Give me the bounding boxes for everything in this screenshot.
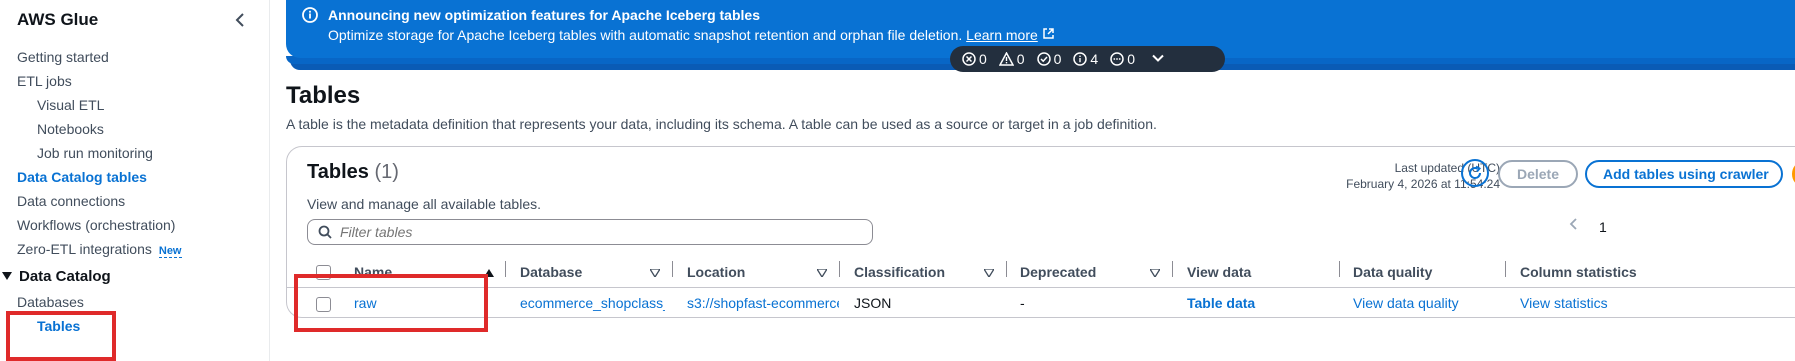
section-data-catalog[interactable]: Data Catalog [0, 268, 111, 285]
chevron-down-icon[interactable] [1151, 51, 1165, 68]
sort-icon [982, 264, 996, 280]
banner-title: Announcing new optimization features for… [328, 7, 760, 23]
container-title: Tables (1) [307, 161, 399, 184]
column-header-data-quality: Data quality [1353, 264, 1433, 280]
nav-visual-etl[interactable]: Visual ETL [37, 97, 104, 113]
sort-icon [815, 264, 829, 280]
column-header-column-statistics: Column statistics [1520, 264, 1637, 280]
nav-job-run-monitoring[interactable]: Job run monitoring [37, 145, 153, 161]
column-divider [672, 261, 673, 277]
expand-triangle-icon [2, 272, 12, 280]
table-count: (1) [374, 161, 399, 183]
info-icon [302, 7, 318, 23]
nav-etl-jobs[interactable]: ETL jobs [17, 73, 72, 89]
nav-data-catalog-tables[interactable]: Data Catalog tables [17, 169, 147, 185]
refresh-icon [1469, 165, 1482, 179]
main-content: Announcing new optimization features for… [270, 0, 1795, 361]
column-divider [1172, 261, 1173, 277]
info-icon [1073, 52, 1088, 66]
notification-counter-bar[interactable]: 0 0 0 4 0 [950, 46, 1225, 72]
service-title[interactable]: AWS Glue [17, 10, 98, 30]
column-divider [1505, 261, 1506, 277]
column-header-view-data: View data [1187, 264, 1252, 280]
refresh-button[interactable] [1461, 159, 1489, 187]
column-header-location[interactable]: Location [687, 257, 829, 287]
table-name-link[interactable]: raw [354, 295, 494, 311]
container-title-text: Tables [307, 161, 369, 183]
search-icon [318, 225, 332, 239]
filter-tables[interactable] [307, 219, 873, 245]
container-description: View and manage all available tables. [307, 196, 542, 212]
column-header-name[interactable]: Name [354, 257, 494, 287]
banner-body: Optimize storage for Apache Iceberg tabl… [328, 27, 963, 43]
select-all-checkbox[interactable] [316, 265, 331, 280]
filter-tables-input[interactable] [340, 224, 840, 240]
location-link[interactable]: s3://shopfast-ecommerce-c [687, 295, 839, 311]
table-data-link[interactable]: Table data [1187, 295, 1327, 311]
error-icon [962, 52, 976, 66]
column-divider [1006, 261, 1007, 277]
new-badge: New [158, 245, 182, 258]
deprecated-value: - [1020, 295, 1025, 311]
tables-container: Tables (1) View and manage all available… [286, 146, 1795, 318]
sort-icon [1148, 264, 1162, 280]
nav-zero-etl-label: Zero-ETL integrations [17, 241, 152, 257]
nav-getting-started[interactable]: Getting started [17, 49, 109, 65]
page-number[interactable]: 1 [1599, 219, 1607, 235]
column-divider [1339, 261, 1340, 277]
section-data-catalog-label: Data Catalog [19, 268, 111, 285]
info-count: 4 [1073, 51, 1098, 67]
external-link-icon [1042, 27, 1055, 43]
view-statistics-link[interactable]: View statistics [1520, 295, 1660, 311]
sort-icon [648, 264, 662, 280]
header-divider [287, 287, 1795, 288]
warning-count: 0 [998, 51, 1025, 67]
column-header-classification[interactable]: Classification [854, 257, 996, 287]
previous-page-icon[interactable] [1568, 217, 1578, 236]
success-count: 0 [1036, 51, 1061, 67]
page-title: Tables [286, 82, 361, 109]
learn-more-link[interactable]: Learn more [966, 27, 1038, 43]
nav-tables[interactable]: Tables [37, 318, 80, 334]
in-progress-count: 0 [1110, 51, 1135, 67]
column-header-database[interactable]: Database [520, 257, 662, 287]
collapse-sidebar-icon[interactable] [230, 10, 250, 30]
nav-data-connections[interactable]: Data connections [17, 193, 125, 209]
classification-value: JSON [854, 295, 892, 311]
in-progress-icon [1110, 52, 1124, 66]
nav-zero-etl-integrations[interactable]: Zero-ETL integrations New [17, 241, 182, 258]
success-icon [1036, 52, 1051, 66]
column-header-deprecated[interactable]: Deprecated [1020, 257, 1162, 287]
column-divider [839, 261, 840, 277]
error-count: 0 [962, 51, 987, 67]
nav-workflows[interactable]: Workflows (orchestration) [17, 217, 175, 233]
sort-ascending-icon [484, 264, 494, 280]
nav-databases[interactable]: Databases [17, 294, 84, 310]
delete-button[interactable]: Delete [1498, 160, 1578, 188]
nav-notebooks[interactable]: Notebooks [37, 121, 104, 137]
add-tables-using-crawler-button[interactable]: Add tables using crawler [1585, 160, 1783, 188]
page-description: A table is the metadata definition that … [286, 116, 1157, 132]
database-link[interactable]: ecommerce_shopclass_db [520, 295, 665, 311]
banner-text: Optimize storage for Apache Iceberg tabl… [328, 27, 1055, 43]
warning-icon [998, 52, 1014, 66]
column-divider [505, 261, 506, 277]
row-select-checkbox[interactable] [316, 297, 331, 312]
navigation-sidebar: AWS Glue Getting started ETL jobs Visual… [0, 0, 270, 361]
view-data-quality-link[interactable]: View data quality [1353, 295, 1498, 311]
